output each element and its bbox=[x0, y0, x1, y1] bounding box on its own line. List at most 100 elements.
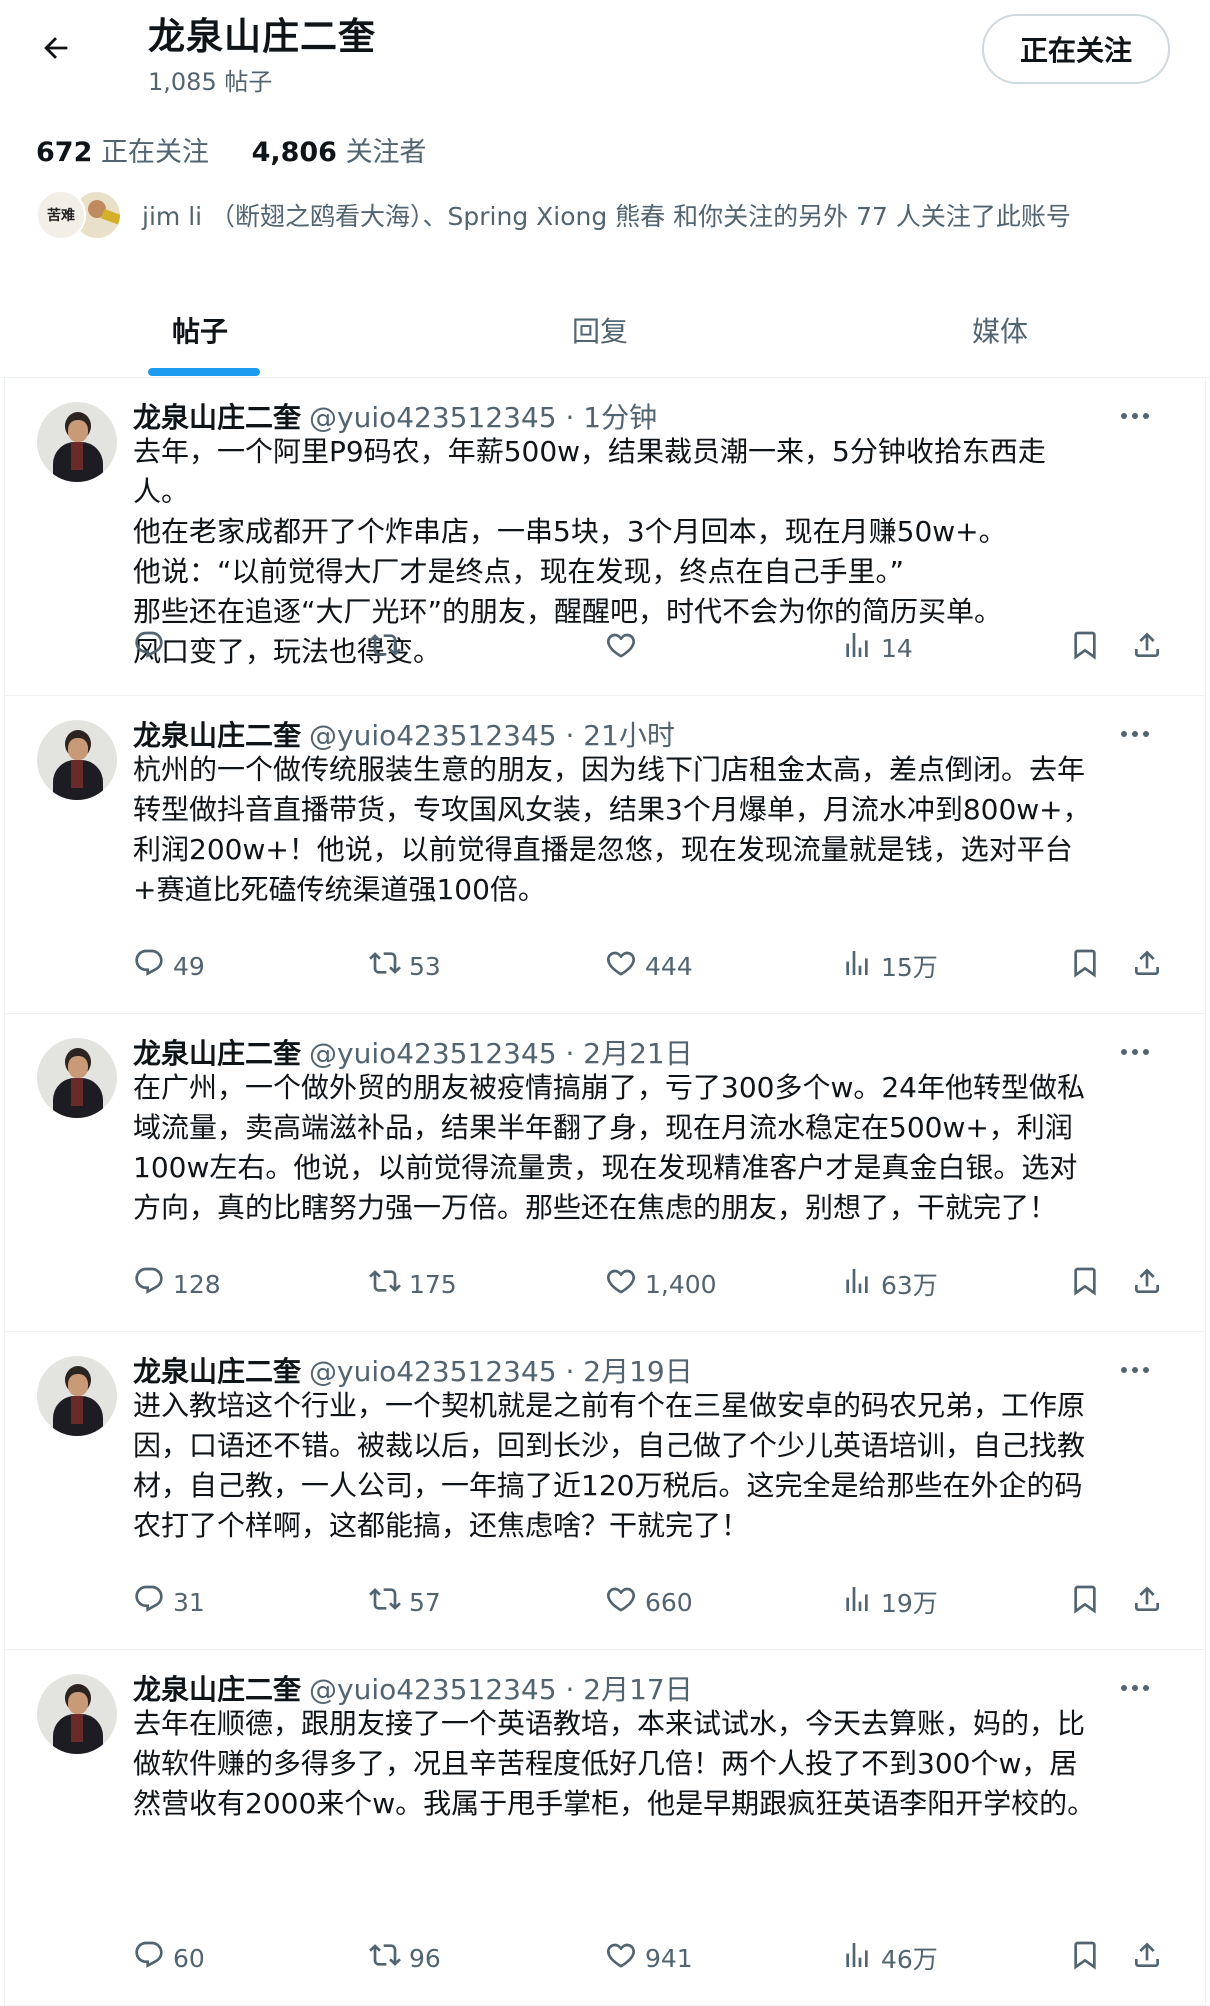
share-button[interactable] bbox=[1131, 1582, 1163, 1622]
following-link[interactable]: 672 正在关注 bbox=[36, 137, 209, 168]
reply-count: 49 bbox=[173, 951, 205, 981]
analytics-icon bbox=[841, 629, 873, 667]
heart-icon bbox=[605, 629, 637, 667]
more-options-button[interactable] bbox=[1115, 1674, 1155, 1698]
repost-button[interactable] bbox=[369, 628, 409, 668]
more-options-button[interactable] bbox=[1115, 1356, 1155, 1380]
post-count: 1,085 帖子 bbox=[148, 68, 273, 96]
repost-icon bbox=[369, 629, 401, 667]
view-count: 46万 bbox=[881, 1945, 938, 1974]
post[interactable]: 龙泉山庄二奎 @yuio423512345 · 21小时 杭州的一个做传统服装生意… bbox=[5, 696, 1205, 1014]
view-count: 63万 bbox=[881, 1271, 938, 1300]
followers-count: 4,806 bbox=[251, 137, 337, 168]
reply-button[interactable]: 31 bbox=[133, 1582, 205, 1622]
reply-icon bbox=[133, 1939, 165, 1977]
author-name[interactable]: 龙泉山庄二奎 bbox=[133, 1673, 301, 1706]
post-text-line: 他说：“以前觉得大厂才是终点，现在发现，终点在自己手里。” bbox=[133, 555, 905, 588]
author-handle-time[interactable]: @yuio423512345 · 2月19日 bbox=[309, 1355, 693, 1388]
mutual-followers[interactable]: 苦难 jim li （断翅之鸥看大海）、Spring Xiong 熊春 和你关注… bbox=[36, 190, 1071, 240]
bookmark-button[interactable] bbox=[1069, 946, 1101, 986]
tab-replies[interactable]: 回复 bbox=[400, 282, 800, 378]
bookmark-icon bbox=[1069, 947, 1101, 985]
author-name[interactable]: 龙泉山庄二奎 bbox=[133, 401, 301, 434]
share-button[interactable] bbox=[1131, 628, 1163, 668]
post-header: 龙泉山庄二奎 @yuio423512345 · 2月19日 bbox=[133, 1350, 693, 1390]
author-handle-time[interactable]: @yuio423512345 · 2月17日 bbox=[309, 1673, 693, 1706]
author-handle-time[interactable]: @yuio423512345 · 21小时 bbox=[309, 719, 675, 752]
repost-button[interactable]: 96 bbox=[369, 1938, 441, 1978]
post-text-line: 方向，真的比瞎努力强一万倍。那些还在焦虑的朋友，别想了，干就完了！ bbox=[133, 1191, 1058, 1224]
avatar[interactable] bbox=[37, 720, 117, 800]
following-count: 672 bbox=[36, 137, 93, 168]
post[interactable]: 龙泉山庄二奎 @yuio423512345 · 1分钟 去年，一个阿里P9码农，年… bbox=[5, 378, 1205, 696]
ellipsis-icon bbox=[1120, 405, 1150, 424]
views-button[interactable]: 63万 bbox=[841, 1264, 938, 1304]
bookmark-button[interactable] bbox=[1069, 1264, 1101, 1304]
analytics-icon bbox=[841, 947, 873, 985]
views-button[interactable]: 14 bbox=[841, 628, 913, 668]
share-button[interactable] bbox=[1131, 946, 1163, 986]
repost-button[interactable]: 175 bbox=[369, 1264, 457, 1304]
post[interactable]: 龙泉山庄二奎 @yuio423512345 · 2月21日 在广州，一个做外贸的朋… bbox=[5, 1014, 1205, 1332]
post-actions: 49 53 444 15万 bbox=[133, 946, 1163, 986]
bookmark-button[interactable] bbox=[1069, 1938, 1101, 1978]
bookmark-button[interactable] bbox=[1069, 628, 1101, 668]
like-button[interactable]: 1,400 bbox=[605, 1264, 717, 1304]
reply-button[interactable]: 49 bbox=[133, 946, 205, 986]
post-text-line: 利润200w+！他说，以前觉得直播是忽悠，现在发现流量就是钱，选对平台 bbox=[133, 833, 1073, 866]
repost-button[interactable]: 53 bbox=[369, 946, 441, 986]
views-button[interactable]: 19万 bbox=[841, 1582, 938, 1622]
reply-count: 128 bbox=[173, 1269, 221, 1299]
following-button[interactable]: 正在关注 bbox=[982, 14, 1170, 84]
post-text-line: 去年在顺德，跟朋友接了一个英语教培，本来试试水，今天去算账，妈的，比 bbox=[133, 1707, 1086, 1740]
views-button[interactable]: 15万 bbox=[841, 946, 938, 986]
avatar[interactable] bbox=[37, 1038, 117, 1118]
post[interactable]: 龙泉山庄二奎 @yuio423512345 · 2月19日 进入教培这个行业，一个… bbox=[5, 1332, 1205, 1650]
followers-label: 关注者 bbox=[345, 137, 427, 168]
like-button[interactable]: 444 bbox=[605, 946, 693, 986]
share-icon bbox=[1131, 1265, 1163, 1303]
post-text: 杭州的一个做传统服装生意的朋友，因为线下门店租金太高，差点倒闭。去年 转型做抖音直… bbox=[133, 750, 1173, 910]
post[interactable]: 龙泉山庄二奎 @yuio423512345 · 2月17日 去年在顺德，跟朋友接了… bbox=[5, 1650, 1205, 2006]
more-options-button[interactable] bbox=[1115, 1038, 1155, 1062]
more-options-button[interactable] bbox=[1115, 720, 1155, 744]
avatar[interactable] bbox=[37, 1674, 117, 1754]
author-name[interactable]: 龙泉山庄二奎 bbox=[133, 1355, 301, 1388]
author-handle-time[interactable]: @yuio423512345 · 1分钟 bbox=[309, 401, 657, 434]
share-button[interactable] bbox=[1131, 1264, 1163, 1304]
avatar[interactable] bbox=[37, 1356, 117, 1436]
reply-button[interactable]: 60 bbox=[133, 1938, 205, 1978]
like-button[interactable]: 660 bbox=[605, 1582, 693, 1622]
reply-icon bbox=[133, 1583, 165, 1621]
followers-link[interactable]: 4,806 关注者 bbox=[252, 137, 427, 168]
bookmark-button[interactable] bbox=[1069, 1582, 1101, 1622]
back-button[interactable] bbox=[34, 28, 78, 72]
heart-icon bbox=[605, 1583, 637, 1621]
post-header: 龙泉山庄二奎 @yuio423512345 · 2月17日 bbox=[133, 1668, 693, 1708]
bookmark-icon bbox=[1069, 1583, 1101, 1621]
reply-icon bbox=[133, 629, 165, 667]
repost-button[interactable]: 57 bbox=[369, 1582, 441, 1622]
share-icon bbox=[1131, 629, 1163, 667]
post-text-line: 农打了个样啊，这都能搞，还焦虑啥？干就完了！ bbox=[133, 1509, 750, 1542]
repost-count: 53 bbox=[409, 951, 441, 981]
analytics-icon bbox=[841, 1939, 873, 1977]
like-button[interactable]: 941 bbox=[605, 1938, 693, 1978]
author-name[interactable]: 龙泉山庄二奎 bbox=[133, 1037, 301, 1070]
reply-icon bbox=[133, 947, 165, 985]
author-name[interactable]: 龙泉山庄二奎 bbox=[133, 719, 301, 752]
views-button[interactable]: 46万 bbox=[841, 1938, 938, 1978]
tab-media[interactable]: 媒体 bbox=[800, 282, 1200, 378]
more-options-button[interactable] bbox=[1115, 402, 1155, 426]
author-handle-time[interactable]: @yuio423512345 · 2月21日 bbox=[309, 1037, 693, 1070]
bookmark-icon bbox=[1069, 1939, 1101, 1977]
heart-icon bbox=[605, 1265, 637, 1303]
reply-button[interactable] bbox=[133, 628, 173, 668]
avatar[interactable] bbox=[37, 402, 117, 482]
reply-button[interactable]: 128 bbox=[133, 1264, 221, 1304]
tab-posts[interactable]: 帖子 bbox=[0, 282, 400, 378]
share-button[interactable] bbox=[1131, 1938, 1163, 1978]
like-button[interactable] bbox=[605, 628, 645, 668]
post-text-line: 然营收有2000来个w。我属于甩手掌柜，他是早期跟疯狂英语李阳开学校的。 bbox=[133, 1787, 1096, 1820]
repost-count: 57 bbox=[409, 1587, 441, 1617]
